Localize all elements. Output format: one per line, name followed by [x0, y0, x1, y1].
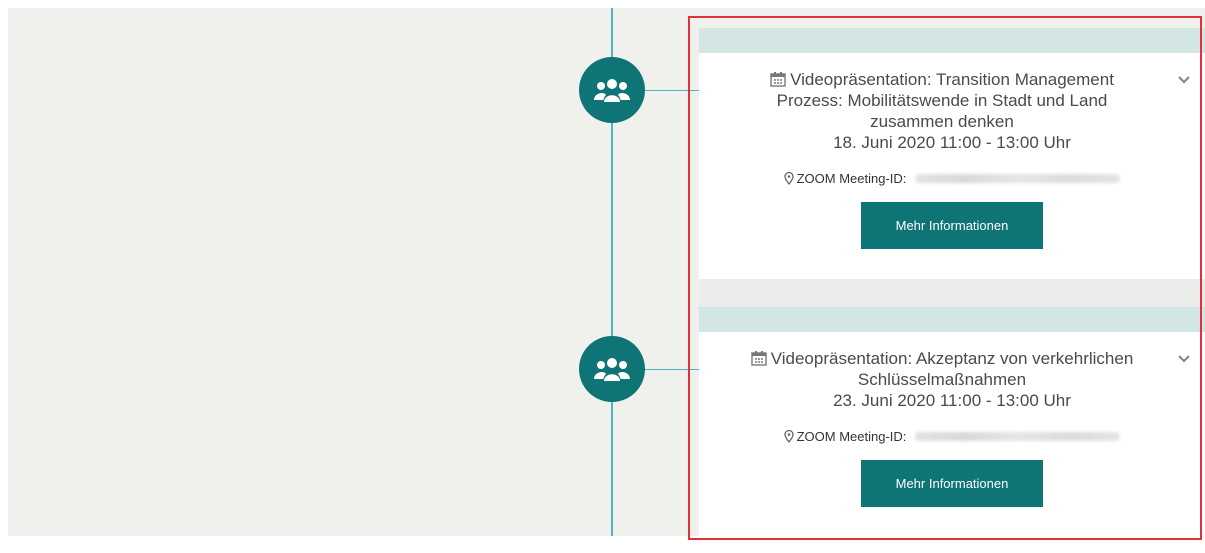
people-group-icon — [594, 79, 630, 102]
timeline-node-2 — [579, 336, 645, 402]
highlight-frame — [688, 16, 1202, 540]
people-group-icon — [594, 358, 630, 381]
timeline-node-1 — [579, 57, 645, 123]
